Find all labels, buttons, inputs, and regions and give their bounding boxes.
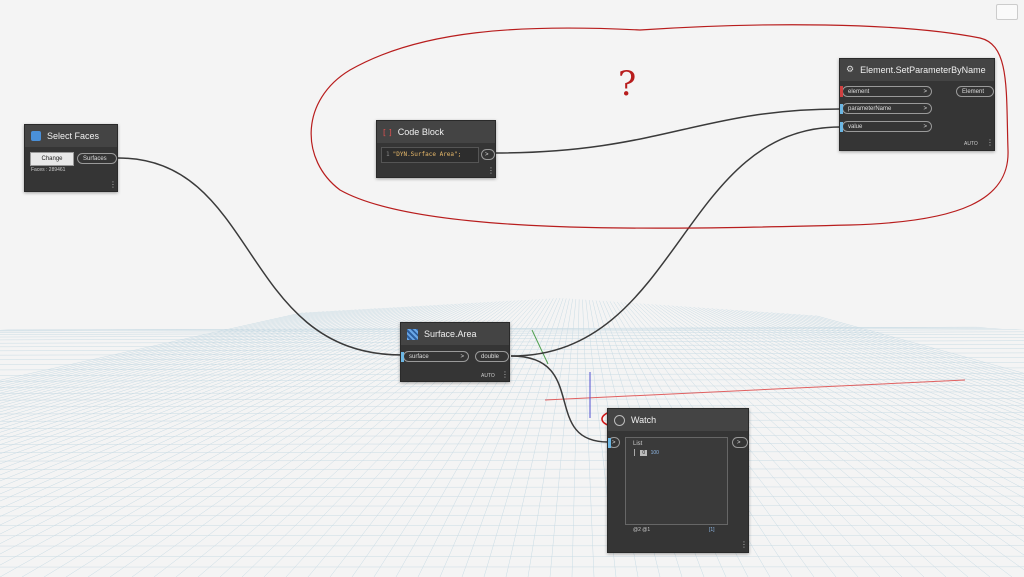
code-editor[interactable]: 1 "DYN.Surface Area"; xyxy=(381,147,479,163)
surface-icon xyxy=(407,328,418,340)
code-line-number: 1 xyxy=(386,151,390,158)
input-port-surface[interactable]: surface > xyxy=(403,351,469,362)
node-menu-icon[interactable]: ⋮ xyxy=(986,139,994,147)
node-code-block[interactable]: [ ] Code Block 1 "DYN.Surface Area"; > ⋮ xyxy=(376,120,496,178)
node-header: Select Faces xyxy=(25,125,117,147)
wire-surfacearea-to-setparam[interactable] xyxy=(510,126,841,357)
selection-status: Faces : 289461 xyxy=(31,167,66,173)
lacing-label: AUTO xyxy=(481,373,495,379)
code-text: "DYN.Surface Area"; xyxy=(392,151,462,158)
connected-port-marker xyxy=(840,122,843,132)
node-title: Select Faces xyxy=(47,131,100,141)
gear-icon: ⚙ xyxy=(846,65,855,75)
input-port-label: surface xyxy=(409,354,429,360)
watch-levels: @2 @1 xyxy=(633,527,651,533)
list-index: 0 xyxy=(640,449,648,456)
node-header: Watch xyxy=(608,409,748,431)
node-title: Element.SetParameterByName xyxy=(860,65,986,75)
input-port-parametername[interactable]: parameterName > xyxy=(842,103,932,114)
input-port-value[interactable]: value > xyxy=(842,121,932,132)
node-watch[interactable]: Watch > > List 0 100 @2 @1 [1] ⋮ xyxy=(607,408,749,553)
connected-port-marker xyxy=(401,352,404,362)
required-port-marker xyxy=(840,86,843,97)
node-title: Surface.Area xyxy=(424,329,477,339)
node-select-faces[interactable]: Select Faces Change Surfaces Faces : 289… xyxy=(24,124,118,192)
watch-list-label: List xyxy=(633,441,643,447)
select-face-icon xyxy=(31,131,41,141)
input-port-element[interactable]: element > xyxy=(842,86,932,97)
preview-toggle-icon[interactable] xyxy=(996,4,1018,20)
watch-preview-panel[interactable]: List 0 100 xyxy=(625,437,728,525)
list-item: 0 100 xyxy=(634,449,659,456)
node-title: Code Block xyxy=(397,127,444,137)
node-menu-icon[interactable]: ⋮ xyxy=(740,541,748,549)
node-surface-area[interactable]: Surface.Area surface > double AUTO ⋮ xyxy=(400,322,510,382)
output-port-surfaces[interactable]: Surfaces xyxy=(77,153,117,164)
node-menu-icon[interactable]: ⋮ xyxy=(501,371,509,379)
code-block-icon: [ ] xyxy=(383,127,392,137)
node-set-parameter-by-name[interactable]: ⚙ Element.SetParameterByName element > pa… xyxy=(839,58,995,151)
node-header: ⚙ Element.SetParameterByName xyxy=(840,59,994,81)
background-grid xyxy=(0,298,1024,577)
tree-line xyxy=(634,449,635,456)
connected-port-marker xyxy=(608,438,611,448)
lacing-label: AUTO xyxy=(964,141,978,147)
change-button[interactable]: Change xyxy=(30,152,74,166)
list-value: 100 xyxy=(650,449,659,456)
wire-codeblock-to-setparam[interactable] xyxy=(494,108,841,154)
node-header: [ ] Code Block xyxy=(377,121,495,143)
annotation-question-mark: ? xyxy=(618,64,636,104)
node-title: Watch xyxy=(631,415,657,425)
watch-count: [1] xyxy=(709,527,715,533)
input-port-label: value xyxy=(848,124,863,130)
output-port-element[interactable]: Element xyxy=(956,86,994,97)
output-port-double[interactable]: double xyxy=(475,351,509,362)
node-menu-icon[interactable]: ⋮ xyxy=(487,167,495,175)
watch-icon xyxy=(614,414,625,426)
input-port-label: element xyxy=(848,89,870,95)
node-header: Surface.Area xyxy=(401,323,509,345)
connected-port-marker xyxy=(840,104,843,114)
code-block-output-port[interactable]: > xyxy=(481,149,495,160)
input-port-label: parameterName xyxy=(848,106,892,112)
node-menu-icon[interactable]: ⋮ xyxy=(109,181,117,189)
watch-output-port[interactable]: > xyxy=(732,437,748,448)
